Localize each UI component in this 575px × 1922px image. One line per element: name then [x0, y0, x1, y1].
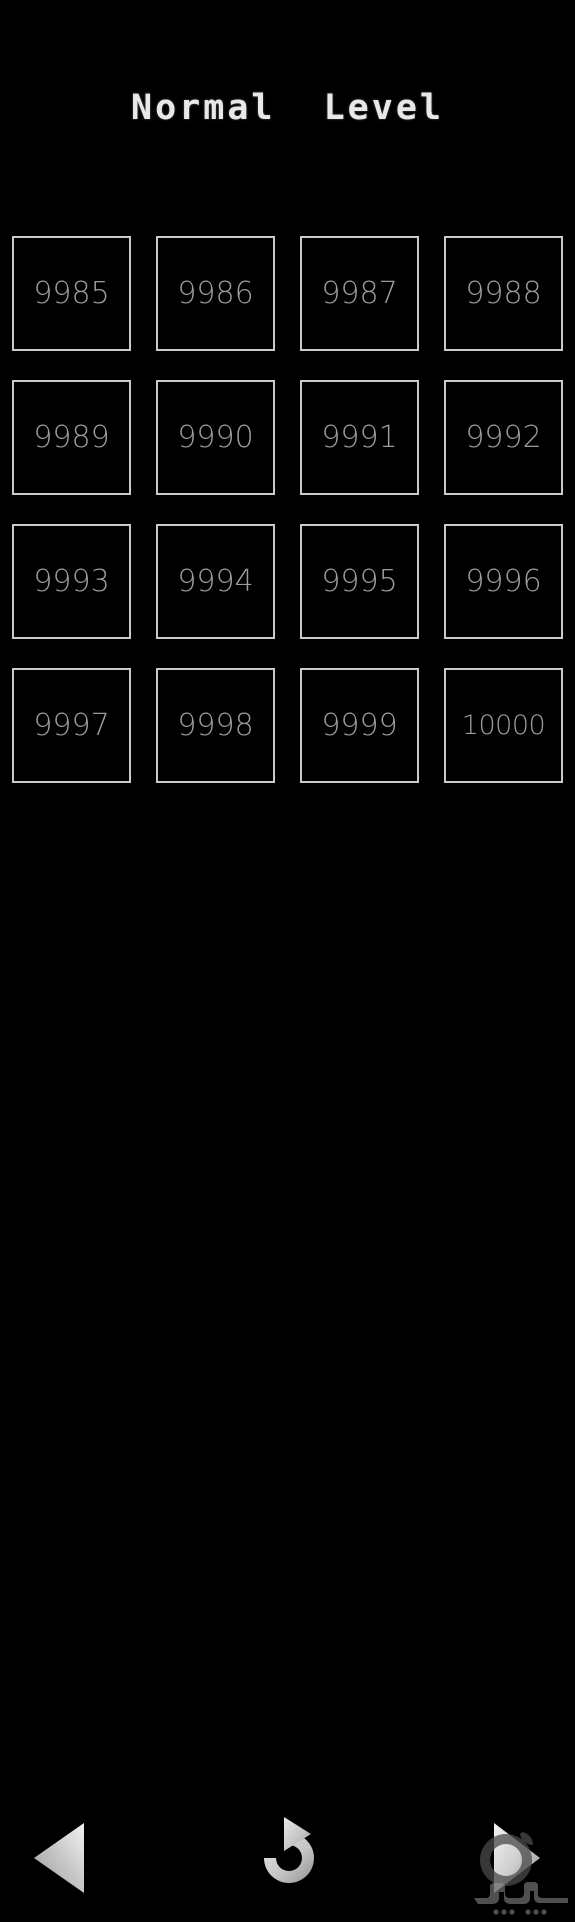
level-button[interactable]: 9992 — [444, 380, 563, 495]
level-number: 9993 — [33, 563, 110, 599]
level-button[interactable]: 9997 — [12, 668, 131, 783]
level-button[interactable]: 10000 — [444, 668, 563, 783]
level-button[interactable]: 9998 — [156, 668, 275, 783]
level-grid: 9985 9986 9987 9988 9989 9990 9991 9992 … — [12, 236, 563, 785]
level-number: 9991 — [321, 419, 398, 455]
level-button[interactable]: 9999 — [300, 668, 419, 783]
restart-button[interactable] — [248, 1813, 330, 1903]
level-number: 9986 — [177, 275, 254, 311]
level-number: 9987 — [321, 275, 398, 311]
level-button[interactable]: 9990 — [156, 380, 275, 495]
level-button[interactable]: 9993 — [12, 524, 131, 639]
level-number: 9998 — [177, 707, 254, 743]
game-screen: Normal Level 9985 9986 9987 9988 9989 99… — [0, 0, 575, 1915]
level-number: 9990 — [177, 419, 254, 455]
level-number: 9992 — [465, 419, 542, 455]
refresh-clockwise-icon — [264, 1817, 314, 1883]
level-number: 9988 — [465, 275, 542, 311]
level-button[interactable]: 9996 — [444, 524, 563, 639]
level-number: 9989 — [33, 419, 110, 455]
level-button[interactable]: 9986 — [156, 236, 275, 351]
level-button[interactable]: 9994 — [156, 524, 275, 639]
triangle-left-icon — [34, 1823, 84, 1893]
triangle-right-icon — [494, 1823, 540, 1893]
level-number: 9999 — [321, 707, 398, 743]
page-title: Normal Level — [131, 88, 444, 128]
bottom-navigation-bar — [0, 900, 575, 1915]
level-number: 9995 — [321, 563, 398, 599]
level-button[interactable]: 9988 — [444, 236, 563, 351]
level-number: 10000 — [461, 710, 546, 741]
level-button[interactable]: 9985 — [12, 236, 131, 351]
next-page-button[interactable] — [482, 1813, 552, 1903]
level-number: 9985 — [33, 275, 110, 311]
level-button[interactable]: 9987 — [300, 236, 419, 351]
level-number: 9994 — [177, 563, 254, 599]
level-button[interactable]: 9995 — [300, 524, 419, 639]
level-number: 9996 — [465, 563, 542, 599]
level-button[interactable]: 9989 — [12, 380, 131, 495]
previous-page-button[interactable] — [24, 1813, 94, 1903]
level-number: 9997 — [33, 707, 110, 743]
level-button[interactable]: 9991 — [300, 380, 419, 495]
